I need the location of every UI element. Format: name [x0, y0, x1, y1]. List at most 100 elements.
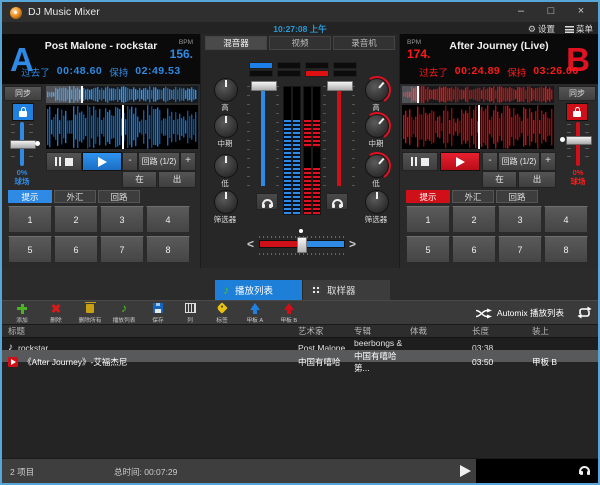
deck-b-pad-8[interactable]: 8: [544, 236, 588, 263]
deck-a-keylock-button[interactable]: [12, 103, 34, 121]
deck-a-play-button[interactable]: [82, 152, 122, 171]
deck-b-cue-monitor-button[interactable]: [326, 193, 348, 210]
deck-b-pad-2[interactable]: 2: [452, 206, 496, 233]
crossfader-right-arrow[interactable]: >: [349, 237, 356, 251]
deck-a-volume-handle[interactable]: [251, 81, 277, 91]
app-window: DJ Music Mixer – □ × 10:27:08 上午 ⚙设置 菜单 …: [0, 0, 600, 485]
deck-a-tab-cue[interactable]: 提示: [8, 190, 52, 203]
deck-b-volume-handle[interactable]: [327, 81, 353, 91]
deck-a-pad-2[interactable]: 2: [54, 206, 98, 233]
columns-button[interactable]: 列: [173, 302, 207, 324]
deck-b-pad-3[interactable]: 3: [498, 206, 542, 233]
deck-a-pitch-slider[interactable]: [2, 122, 42, 166]
crossfader-left-arrow[interactable]: <: [247, 237, 254, 251]
save-button[interactable]: 保存: [141, 302, 175, 324]
repeat-button[interactable]: [576, 305, 592, 320]
crossfader-handle[interactable]: [297, 237, 307, 253]
deck-b-pitch-handle[interactable]: [566, 136, 592, 145]
deck-b-filter-knob[interactable]: [365, 190, 389, 214]
deck-b-keylock-button[interactable]: [566, 103, 588, 121]
eq-high-label: 高: [201, 102, 249, 113]
deck-b-eq-mid-knob[interactable]: [365, 114, 389, 138]
load-deck-a-button[interactable]: 甲板 A: [238, 302, 272, 324]
preview-strip: [476, 459, 598, 483]
deck-a-pad-7[interactable]: 7: [100, 236, 144, 263]
delete-all-button[interactable]: 删除所有: [73, 302, 107, 324]
col-artist[interactable]: 艺术家: [298, 325, 354, 337]
deck-b-pause-stop-button[interactable]: [402, 152, 438, 171]
deck-b-play-button[interactable]: [440, 152, 480, 171]
deck-b-volume-fader[interactable]: [337, 86, 341, 186]
deck-a-sync-button[interactable]: 同步: [4, 86, 42, 101]
deck-a-pad-4[interactable]: 4: [146, 206, 190, 233]
up-arrow-blue-icon: [249, 303, 261, 314]
deck-b-loop-button[interactable]: 回路 (1/2): [498, 152, 540, 171]
delete-button[interactable]: 删除: [39, 302, 73, 324]
deck-a-tab-loop[interactable]: 回路: [98, 190, 140, 203]
deck-a-eq-mid-knob[interactable]: [214, 114, 238, 138]
deck-b-pad-5[interactable]: 5: [406, 236, 450, 263]
deck-a-loop-button[interactable]: 回路 (1/2): [138, 152, 180, 171]
deck-b-overview-waveform[interactable]: [402, 86, 554, 103]
deck-b-eq-low-knob[interactable]: [365, 154, 389, 178]
deck-b-pad-4[interactable]: 4: [544, 206, 588, 233]
deck-a-tab-fx[interactable]: 外汇: [54, 190, 96, 203]
deck-a-volume-fader[interactable]: [261, 86, 265, 186]
col-album[interactable]: 专辑: [354, 325, 410, 337]
col-title[interactable]: 标题: [8, 325, 298, 337]
table-row[interactable]: ♪rockstar Post Malone beerbongs & b... 0…: [2, 338, 598, 350]
deck-a-overview-waveform[interactable]: [46, 86, 198, 103]
col-deck[interactable]: 装上: [532, 325, 598, 337]
col-genre[interactable]: 体裁: [410, 325, 472, 337]
deck-b-loop-half-button[interactable]: -: [482, 152, 498, 171]
tab-recorder[interactable]: 录音机: [333, 36, 395, 50]
playlist-button[interactable]: ♪播放列表: [107, 302, 141, 324]
maximize-button[interactable]: □: [538, 2, 564, 21]
tag-button[interactable]: 标签: [205, 302, 239, 324]
deck-a-loop-in-button[interactable]: 在: [122, 171, 157, 188]
deck-b-tab-loop[interactable]: 回路: [496, 190, 538, 203]
deck-a-pad-1[interactable]: 1: [8, 206, 52, 233]
col-length[interactable]: 长度: [472, 325, 532, 337]
deck-b-sync-button[interactable]: 同步: [558, 86, 596, 101]
deck-a-pad-5[interactable]: 5: [8, 236, 52, 263]
deck-b-loop-double-button[interactable]: +: [540, 152, 556, 171]
minimize-button[interactable]: –: [508, 2, 534, 21]
deck-a-eq-high-knob[interactable]: [214, 78, 238, 102]
deck-a-position-marker: [81, 86, 83, 103]
automix-button[interactable]: Automix 播放列表: [475, 307, 564, 319]
deck-a-pitch-handle[interactable]: [10, 140, 36, 149]
tab-sampler[interactable]: 取样器: [303, 280, 390, 300]
deck-b-pad-6[interactable]: 6: [452, 236, 496, 263]
deck-a-loop-out-button[interactable]: 出: [158, 171, 196, 188]
close-button[interactable]: ×: [568, 2, 594, 21]
deck-a-pause-stop-button[interactable]: [46, 152, 82, 171]
deck-b-eq-high-knob[interactable]: [365, 78, 389, 102]
deck-a-pad-3[interactable]: 3: [100, 206, 144, 233]
deck-b-loop-in-button[interactable]: 在: [482, 171, 517, 188]
deck-b-pitch-slider[interactable]: [558, 122, 598, 166]
headphone-icon[interactable]: [579, 466, 590, 474]
deck-a-filter-knob[interactable]: [214, 190, 238, 214]
plus-icon: [16, 303, 28, 314]
tab-playlist[interactable]: ♪ 播放列表: [215, 280, 302, 300]
deck-a-pad-6[interactable]: 6: [54, 236, 98, 263]
deck-b-pad-7[interactable]: 7: [498, 236, 542, 263]
deck-a-eq-low-knob[interactable]: [214, 154, 238, 178]
deck-a-detail-waveform[interactable]: [46, 105, 198, 149]
deck-b-tab-cue[interactable]: 提示: [406, 190, 450, 203]
add-button[interactable]: 添加: [5, 302, 39, 324]
deck-a-loop-double-button[interactable]: +: [180, 152, 196, 171]
deck-a-cue-monitor-button[interactable]: [256, 193, 278, 210]
deck-b-tab-fx[interactable]: 外汇: [452, 190, 494, 203]
table-row-selected[interactable]: 《After Journey》-艾福杰尼 中国有嘻哈 中国有嘻哈 第... 03…: [2, 350, 598, 362]
deck-a-pad-8[interactable]: 8: [146, 236, 190, 263]
load-deck-b-button[interactable]: 甲板 B: [272, 302, 306, 324]
deck-b-loop-out-button[interactable]: 出: [518, 171, 556, 188]
deck-b-pad-1[interactable]: 1: [406, 206, 450, 233]
tab-video[interactable]: 视频: [269, 36, 331, 50]
preview-play-button[interactable]: [460, 465, 471, 477]
deck-b-detail-waveform[interactable]: [402, 105, 554, 149]
deck-a-loop-half-button[interactable]: -: [122, 152, 138, 171]
tab-mixer[interactable]: 混音器: [205, 36, 267, 50]
